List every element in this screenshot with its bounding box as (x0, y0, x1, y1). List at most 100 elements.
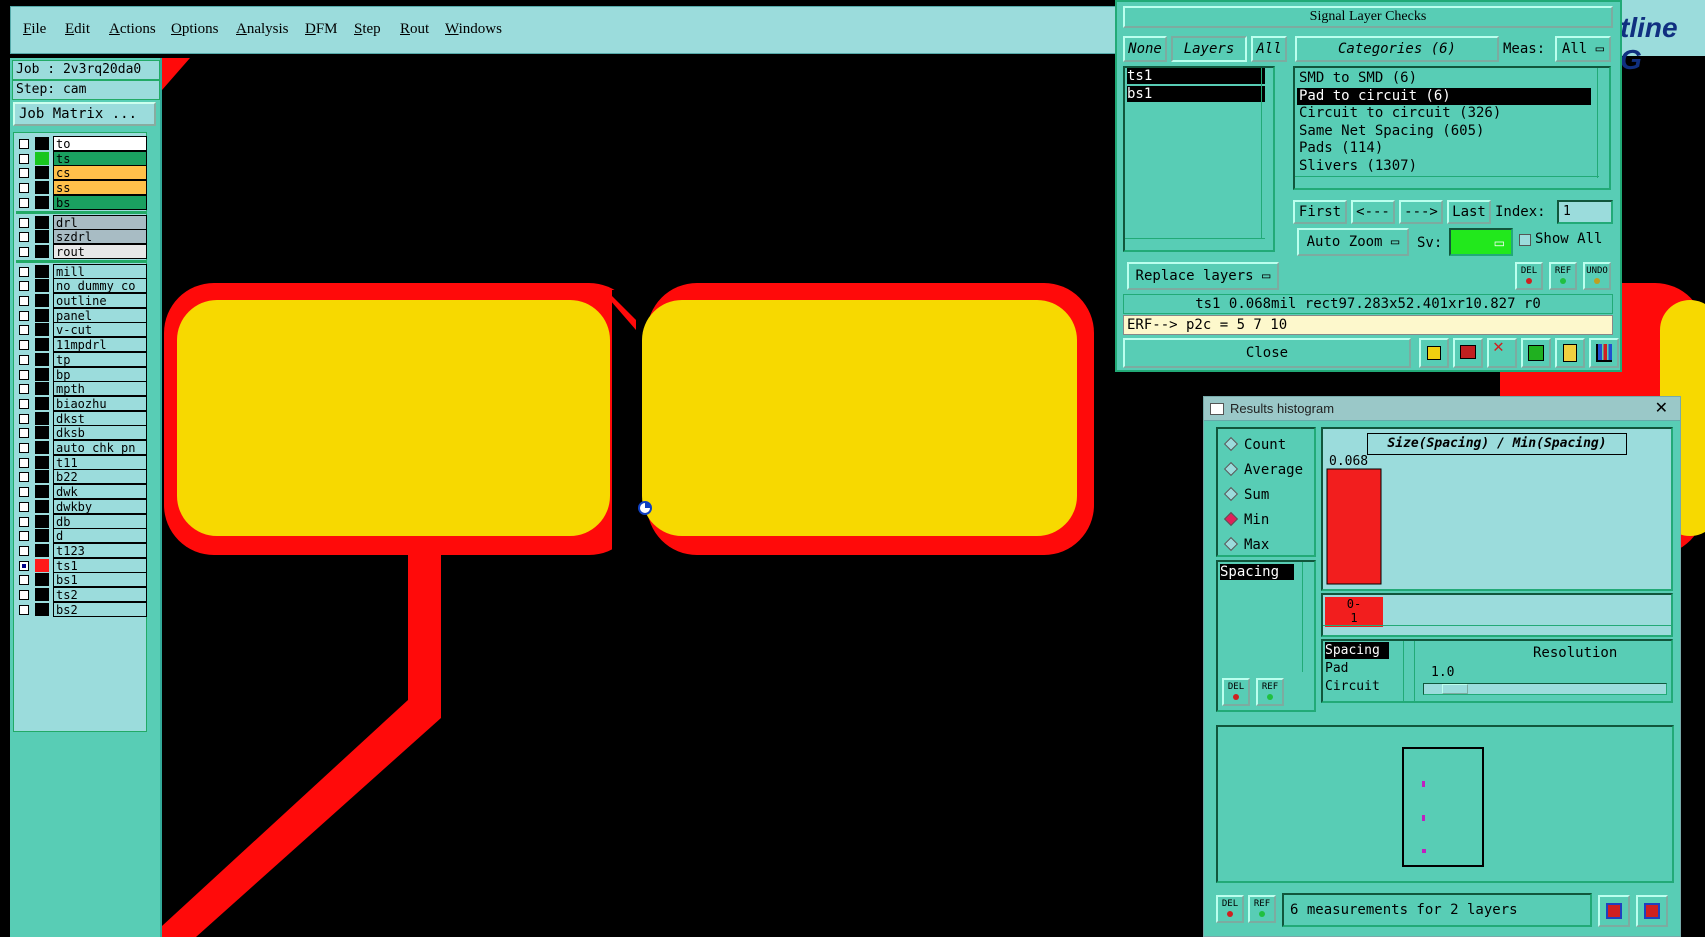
layer-row-drl[interactable]: drl (17, 214, 147, 230)
layer-color-swatch[interactable] (35, 323, 49, 337)
layer-name[interactable]: biaozhu (53, 395, 147, 411)
layer-color-swatch[interactable] (35, 499, 49, 513)
layer-color-swatch[interactable] (35, 215, 49, 229)
layer-color-swatch[interactable] (35, 181, 49, 195)
none-button[interactable]: None (1123, 36, 1167, 62)
layer-color-swatch[interactable] (35, 308, 49, 322)
menu-rout[interactable]: Rout (400, 21, 429, 38)
replace-layers-dropdown[interactable]: Replace layers ▭ (1127, 262, 1279, 290)
layer-checkbox[interactable] (19, 232, 29, 243)
layer-row-ts2[interactable]: ts2 (17, 587, 147, 602)
measure-list[interactable]: Spacing DEL REF (1216, 560, 1316, 712)
layer-name[interactable]: ss (53, 180, 147, 196)
layer-color-swatch[interactable] (35, 264, 49, 278)
layer-checkbox[interactable] (19, 384, 29, 395)
categories-button[interactable]: Categories (6) (1295, 36, 1499, 62)
first-button[interactable]: First (1293, 200, 1347, 224)
close-icon[interactable]: ✕ (1655, 397, 1668, 421)
categories-listbox[interactable]: SMD to SMD (6) Pad to circuit (6) Circuit … (1293, 66, 1611, 190)
layer-color-swatch[interactable] (35, 411, 49, 425)
undo-button[interactable]: UNDO (1583, 262, 1611, 290)
zoom-out-icon[interactable] (1636, 895, 1668, 927)
layer-row-bp[interactable]: bp (17, 366, 147, 382)
layer-row-ts[interactable]: ts (17, 150, 147, 166)
type-vscrollbar[interactable] (1403, 641, 1415, 701)
layer-row-auto_chk_pn[interactable]: auto_chk_pn (17, 440, 147, 455)
layer-checkbox[interactable] (19, 472, 29, 483)
layer-row-dkst[interactable]: dkst (17, 410, 147, 426)
layer-checkbox[interactable] (19, 443, 29, 453)
menu-edit[interactable]: Edit (65, 21, 90, 38)
layer-name[interactable]: mpth (53, 381, 147, 397)
layer-checkbox[interactable] (19, 153, 29, 164)
layer-row-dwk[interactable]: dwk (17, 484, 147, 500)
histogram-bar[interactable] (1326, 468, 1382, 585)
layer-row-rout[interactable]: rout (17, 243, 147, 259)
layer-color-swatch[interactable] (35, 396, 49, 410)
layer-checkbox[interactable] (19, 369, 29, 380)
layer-color-swatch[interactable] (35, 426, 49, 440)
layer-name[interactable]: rout (53, 243, 147, 259)
layer-checkbox[interactable] (19, 168, 29, 179)
layers-listbox[interactable]: ts1 bs1 (1123, 66, 1275, 252)
del-button[interactable]: DEL (1515, 262, 1543, 290)
category-item[interactable]: Circuit to circuit (326) (1297, 105, 1591, 122)
layer-checkbox[interactable] (19, 575, 29, 586)
layer-row-v-cut[interactable]: v-cut (17, 322, 147, 338)
ref-button[interactable]: REF (1549, 262, 1577, 290)
all-button[interactable]: All (1251, 36, 1287, 62)
tool-step-icon[interactable] (1521, 338, 1551, 368)
type-item-spacing[interactable]: Spacing (1325, 642, 1389, 659)
layer-color-swatch[interactable] (35, 244, 49, 258)
layer-checkbox[interactable] (19, 354, 29, 365)
meas-dropdown[interactable]: All ▭ (1555, 36, 1611, 62)
prev-button[interactable]: <--- (1351, 200, 1395, 224)
layer-name[interactable]: dkst (53, 410, 147, 426)
show-all-checkbox[interactable] (1519, 234, 1531, 246)
layer-checkbox[interactable] (19, 501, 29, 512)
layer-color-swatch[interactable] (35, 230, 49, 244)
bin-hscrollbar[interactable] (1323, 625, 1671, 635)
layer-name[interactable]: bs1 (53, 572, 147, 588)
layer-color-swatch[interactable] (35, 279, 49, 293)
layer-color-swatch[interactable] (35, 382, 49, 396)
mode-radio-sum[interactable]: Sum (1223, 486, 1269, 503)
layer-color-swatch[interactable] (35, 470, 49, 484)
layer-checkbox[interactable] (19, 281, 29, 292)
layer-row-tp[interactable]: tp (17, 351, 147, 367)
layers-button[interactable]: Layers (1171, 36, 1247, 62)
layer-color-swatch[interactable] (35, 514, 49, 528)
layer-name[interactable]: no_dummy_co (53, 278, 147, 294)
layer-checkbox[interactable] (19, 266, 29, 277)
layer-checkbox[interactable] (19, 217, 29, 228)
layer-color-swatch[interactable] (35, 558, 49, 572)
layer-row-outline[interactable]: outline (17, 293, 147, 308)
mode-radio-average[interactable]: Average (1223, 461, 1303, 478)
layer-color-swatch[interactable] (35, 352, 49, 366)
layer-row-ts1[interactable]: ts1 (17, 557, 147, 573)
type-item-circuit[interactable]: Circuit (1325, 678, 1380, 696)
layers-hscrollbar[interactable] (1125, 238, 1265, 250)
histogram-chart[interactable]: Size(Spacing) / Min(Spacing) 0.068 (1321, 427, 1673, 591)
layer-name[interactable]: to (53, 136, 147, 151)
preview-del-button[interactable]: DEL (1216, 895, 1244, 923)
layer-row-d[interactable]: d (17, 528, 147, 544)
layer-name[interactable]: drl (53, 214, 147, 230)
layer-checkbox[interactable] (19, 325, 29, 336)
layer-name[interactable]: dksb (53, 425, 147, 441)
layer-checkbox[interactable] (19, 457, 29, 468)
layer-name[interactable]: ts (53, 150, 147, 166)
layer-color-swatch[interactable] (35, 441, 49, 454)
measure-vscrollbar[interactable] (1302, 562, 1314, 672)
layer-name[interactable]: d (53, 528, 147, 544)
layer-name[interactable]: bs2 (53, 601, 147, 617)
layer-name[interactable]: db (53, 513, 147, 529)
layer-checkbox[interactable] (19, 197, 29, 208)
layer-checkbox[interactable] (19, 183, 29, 194)
layer-checkbox[interactable] (19, 246, 29, 257)
layer-row-ss[interactable]: ss (17, 180, 147, 196)
layer-row-db[interactable]: db (17, 513, 147, 529)
hist-del-button[interactable]: DEL (1222, 678, 1250, 706)
category-item[interactable]: Same Net Spacing (605) (1297, 123, 1591, 140)
bin-label[interactable]: 0- 1 (1325, 597, 1383, 627)
